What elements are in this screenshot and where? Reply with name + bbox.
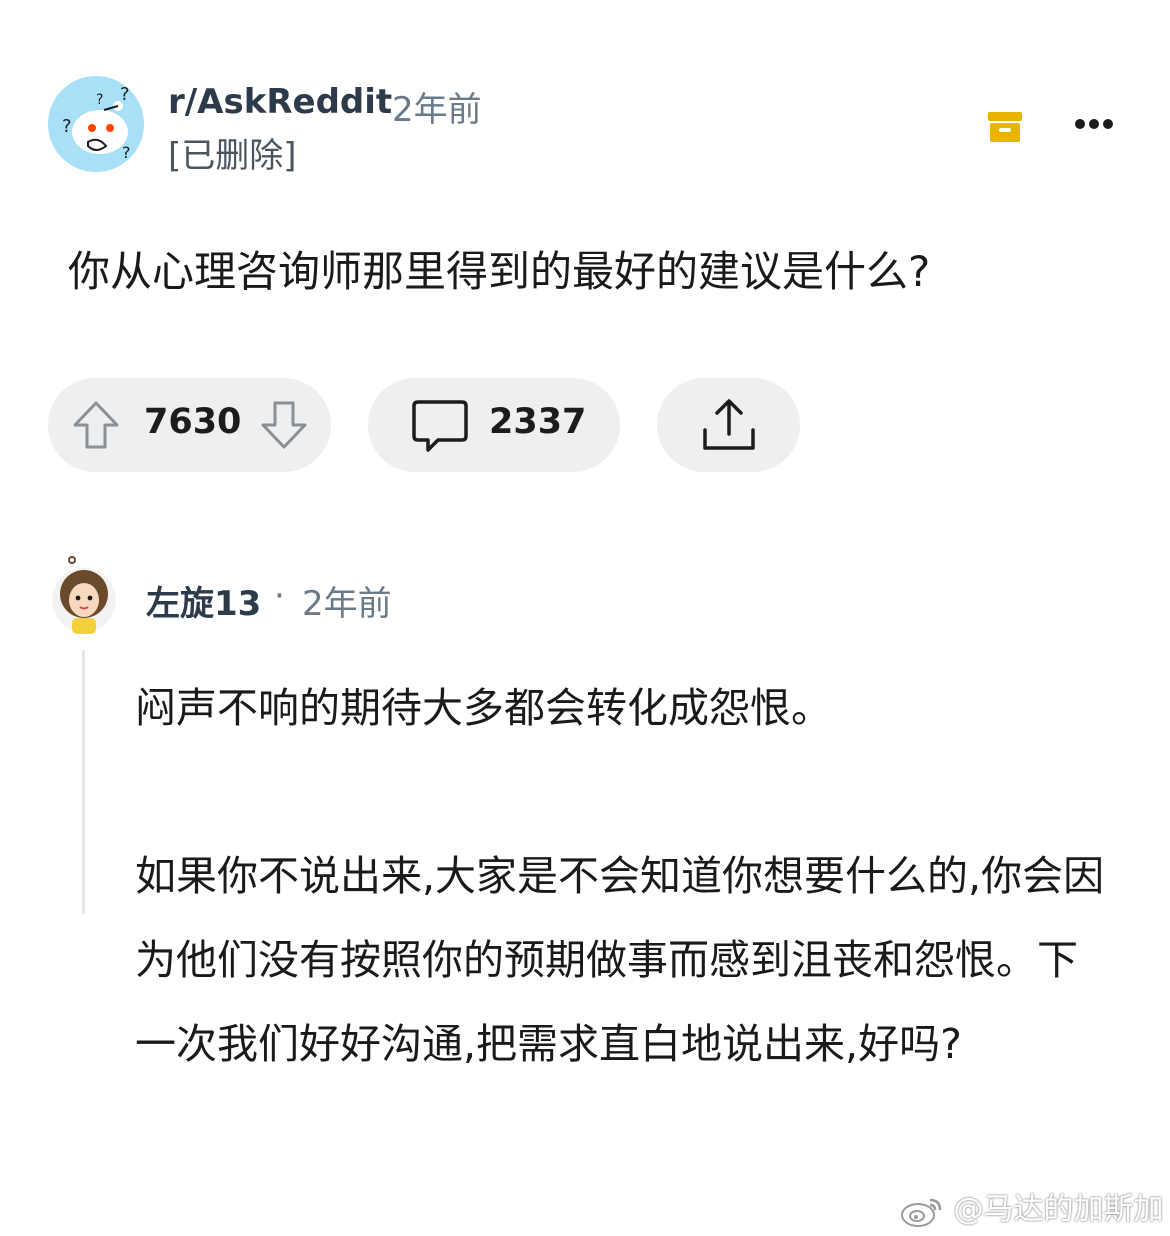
archive-box-icon: [988, 112, 1022, 142]
comment-bubble-icon: [412, 400, 468, 452]
reddit-snoo-question-icon: ? ? ? ?: [48, 76, 144, 172]
vote-bar: 7630: [48, 378, 331, 472]
arrow-down-icon: [261, 401, 307, 449]
thread-line[interactable]: [82, 650, 85, 914]
upvote-button[interactable]: [72, 400, 120, 454]
watermark: @马达的加斯加: [900, 1184, 1164, 1228]
arrow-up-icon: [73, 401, 119, 449]
comment-body: 闷声不响的期待大多都会转化成怨恨。 如果你不说出来,大家是不会知道你想要什么的,…: [135, 666, 1110, 1086]
subreddit-name[interactable]: r/AskReddit: [168, 82, 392, 122]
vote-count: 7630: [144, 402, 242, 442]
save-button[interactable]: [986, 108, 1024, 146]
post-header: ? ? ? ? r/AskReddit 2年前 [已删除]: [48, 76, 1128, 176]
post-author: [已删除]: [168, 136, 297, 176]
comment-username[interactable]: 左旋13: [146, 576, 261, 625]
meta-separator: ·: [274, 576, 285, 616]
weibo-logo-icon: [900, 1194, 944, 1228]
comment-count: 2337: [489, 402, 587, 442]
share-icon: [703, 399, 755, 450]
share-button[interactable]: [657, 378, 800, 472]
watermark-text: @马达的加斯加: [953, 1192, 1164, 1227]
subreddit-avatar[interactable]: ? ? ? ?: [48, 76, 144, 172]
svg-text:?: ?: [62, 116, 72, 137]
downvote-button[interactable]: [260, 400, 308, 454]
cartoon-girl-avatar-icon: [52, 556, 116, 634]
more-horizontal-icon: [1075, 119, 1113, 129]
post-title[interactable]: 你从心理咨询师那里得到的最好的建议是什么?: [68, 238, 930, 299]
more-options-button[interactable]: [1072, 112, 1116, 136]
post-time: 2年前: [392, 90, 482, 130]
comment-paragraph: 如果你不说出来,大家是不会知道你想要什么的,你会因为他们没有按照你的预期做事而感…: [135, 852, 1105, 1068]
svg-text:?: ?: [120, 84, 130, 105]
svg-text:?: ?: [122, 143, 131, 162]
commenter-avatar[interactable]: [50, 556, 118, 636]
comment-time: 2年前: [302, 584, 392, 624]
comment-icon-wrap: [412, 398, 468, 460]
comment-paragraph: 闷声不响的期待大多都会转化成怨恨。: [135, 684, 832, 732]
share-icon-wrap: [700, 396, 758, 458]
svg-text:?: ?: [96, 92, 103, 108]
comments-button[interactable]: 2337: [368, 378, 620, 472]
